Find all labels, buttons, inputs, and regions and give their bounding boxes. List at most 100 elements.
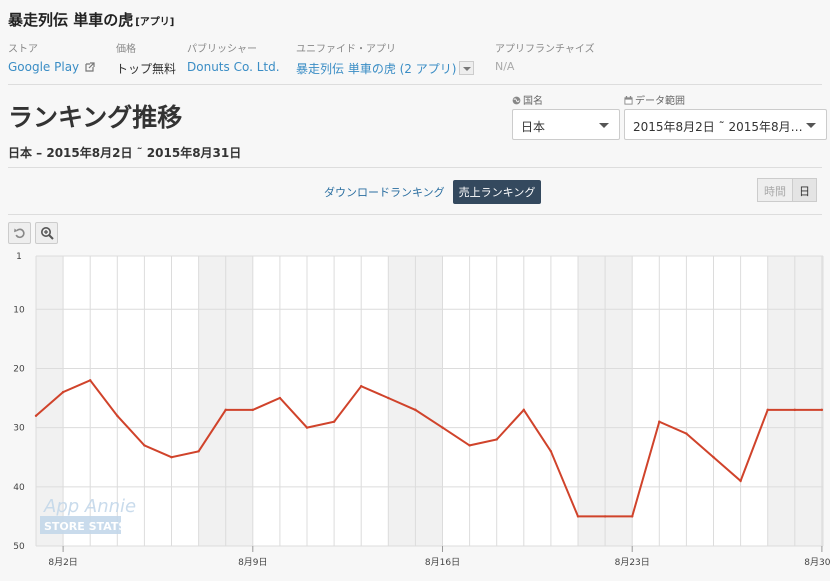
meta-publisher: パブリッシャー Donuts Co. Ltd. — [187, 40, 280, 74]
data-point — [278, 396, 282, 400]
data-point — [495, 438, 498, 441]
data-point — [143, 444, 146, 447]
weekend-band — [794, 256, 822, 546]
divider — [8, 84, 822, 85]
data-point — [603, 515, 607, 518]
y-tick-label: 10 — [13, 305, 25, 315]
unified-app-label: ユニファイド・アプリ — [296, 44, 396, 55]
data-point — [170, 456, 173, 459]
country-filter-label: 国名 — [523, 96, 543, 107]
store-value[interactable]: Google Play — [8, 60, 79, 74]
weekend-band — [225, 256, 253, 546]
data-point — [549, 450, 553, 453]
tab-download-ranking[interactable]: ダウンロードランキング — [318, 180, 451, 204]
date-range-select[interactable]: 2015年8月2日 ˜ 2015年8月… — [624, 109, 827, 140]
data-point — [197, 450, 200, 453]
data-point — [576, 515, 580, 518]
page-title: ランキング推移 — [8, 103, 183, 132]
y-tick-label: 30 — [13, 424, 25, 434]
data-point — [793, 408, 796, 412]
weekend-band — [415, 256, 443, 546]
date-range-summary: 日本 – 2015年8月2日 ˜ 2015年8月31日 — [8, 146, 242, 160]
data-point — [387, 396, 390, 400]
data-point — [360, 385, 363, 388]
data-point — [766, 408, 769, 412]
data-point — [224, 408, 227, 412]
data-point — [61, 390, 65, 394]
app-name: 暴走列伝 単車の虎 — [8, 11, 134, 29]
publisher-link[interactable]: Donuts Co. Ltd. — [187, 60, 280, 74]
granularity-day-button[interactable]: 日 — [793, 178, 817, 202]
watermark-subtitle: STORE STATS — [44, 520, 126, 533]
weekend-band — [767, 256, 795, 546]
y-tick-label: 50 — [13, 542, 25, 552]
unified-app-value[interactable]: 暴走列伝 単車の虎 (2 アプリ) — [296, 62, 456, 76]
x-tick-label: 8月9日 — [238, 557, 267, 568]
data-point — [34, 414, 38, 417]
publisher-label: パブリッシャー — [187, 44, 257, 55]
data-point — [685, 432, 688, 435]
zoom-in-button[interactable] — [35, 222, 58, 244]
x-tick-label: 8月23日 — [615, 557, 650, 568]
franchise-label: アプリフランチャイズ — [495, 44, 595, 55]
ranking-chart: 1 10 20 30 40 50 8月2日 8月9日 8月16日 8月23日 8月30日 App … — [13, 252, 830, 568]
weekend-band — [388, 256, 416, 546]
country-select[interactable]: 日本 — [512, 109, 620, 140]
data-point — [89, 379, 92, 382]
y-axis-ticks: 1 10 20 30 40 50 — [13, 252, 25, 552]
weekend-band — [605, 256, 633, 546]
data-point — [305, 426, 309, 429]
data-point — [441, 426, 444, 429]
meta-franchise: アプリフランチャイズ N/A — [495, 40, 595, 73]
meta-price: 価格 トップ無料 — [116, 40, 176, 77]
x-axis-ticks: 8月2日 8月9日 8月16日 8月23日 8月30日 — [48, 546, 830, 568]
unified-app-link[interactable]: 暴走列伝 単車の虎 (2 アプリ) — [296, 60, 475, 77]
store-label: ストア — [8, 44, 38, 55]
data-point — [712, 456, 715, 459]
data-point — [631, 515, 634, 518]
granularity-hour-button[interactable]: 時間 — [757, 178, 793, 202]
unified-app-dropdown-icon[interactable] — [459, 61, 475, 75]
data-point — [658, 420, 661, 423]
price-label: 価格 — [116, 44, 136, 55]
divider — [8, 167, 822, 168]
granularity-toggle: 時間 日 — [757, 178, 817, 202]
meta-unified-app: ユニファイド・アプリ 暴走列伝 単車の虎 (2 アプリ) — [296, 40, 475, 77]
x-tick-label: 8月16日 — [425, 557, 460, 568]
meta-store: ストア Google Play — [8, 40, 95, 74]
store-link[interactable]: Google Play — [8, 60, 95, 74]
data-point — [468, 444, 471, 447]
date-range-filter: データ範囲 2015年8月2日 ˜ 2015年8月… — [624, 92, 827, 140]
date-range-label: データ範囲 — [635, 96, 685, 107]
watermark-title: App Annie — [43, 496, 136, 517]
calendar-icon — [624, 96, 633, 105]
undo-icon — [14, 228, 25, 239]
tab-revenue-ranking[interactable]: 売上ランキング — [452, 180, 542, 204]
data-point — [251, 408, 254, 412]
divider — [8, 214, 822, 215]
ranking-type-tabs: ダウンロードランキング 売上ランキング — [318, 180, 542, 204]
globe-icon — [512, 96, 521, 105]
data-point — [739, 479, 742, 483]
data-point — [116, 414, 119, 417]
y-tick-label: 20 — [13, 364, 25, 374]
x-tick-label: 8月30日 — [804, 557, 830, 568]
y-tick-label: 1 — [16, 252, 22, 262]
data-point — [820, 408, 824, 412]
app-title: 暴走列伝 単車の虎 [アプリ] — [8, 9, 174, 30]
y-tick-label: 40 — [13, 483, 25, 493]
external-link-icon[interactable] — [85, 62, 95, 72]
weekend-band — [578, 256, 606, 546]
price-value: トップ無料 — [116, 62, 177, 76]
app-type-tag: [アプリ] — [135, 17, 175, 28]
data-point — [332, 420, 336, 423]
country-filter: 国名 日本 — [512, 92, 620, 140]
watermark: App Annie STORE STATS — [40, 496, 136, 534]
zoom-in-icon — [41, 227, 54, 240]
x-tick-label: 8月2日 — [48, 557, 77, 568]
weekend-band — [198, 256, 226, 546]
franchise-value: N/A — [495, 60, 515, 73]
data-point — [522, 408, 525, 412]
data-point — [414, 408, 417, 412]
reset-zoom-button[interactable] — [8, 222, 31, 244]
